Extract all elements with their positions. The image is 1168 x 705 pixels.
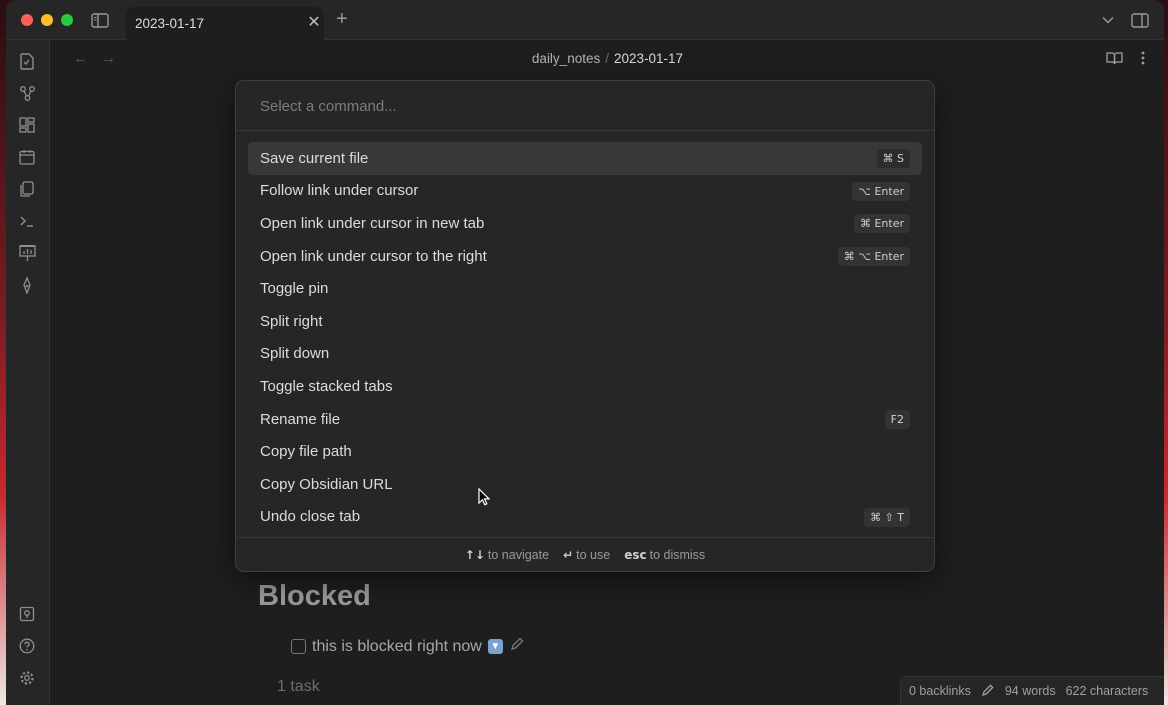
command-shortcut: ⌥ Enter bbox=[852, 181, 910, 201]
sidebar-toggle-icon[interactable] bbox=[90, 10, 110, 30]
tab-close-icon[interactable]: ✕ bbox=[304, 15, 324, 33]
reading-view-book-icon[interactable] bbox=[1104, 48, 1124, 68]
instruction-text: to use bbox=[576, 547, 611, 562]
command-shortcut: ⌘ S bbox=[876, 149, 910, 168]
command-label: Copy file path bbox=[260, 443, 352, 461]
command-item[interactable]: Save current file ⌘ S bbox=[248, 142, 922, 175]
vault-switch-icon[interactable] bbox=[18, 605, 36, 623]
view-header: ← → daily_notes/2023-01-17 bbox=[51, 40, 1164, 78]
priority-low-emoji-icon: ▼ bbox=[487, 639, 503, 654]
command-label: Toggle stacked tabs bbox=[260, 377, 393, 395]
instruction-item: esc to dismiss bbox=[624, 548, 705, 562]
command-label: Save current file bbox=[260, 149, 369, 167]
task-item: this is blocked right now ▼ bbox=[291, 636, 525, 657]
command-item[interactable]: Copy file path bbox=[248, 435, 922, 468]
open-quick-switcher-icon[interactable] bbox=[18, 52, 36, 70]
edit-task-pencil-icon[interactable] bbox=[509, 636, 525, 657]
excalidraw-icon[interactable] bbox=[18, 276, 36, 294]
task-text: this is blocked right now bbox=[312, 637, 482, 655]
canvas-icon[interactable] bbox=[18, 116, 36, 134]
palette-instructions: ↑↓ to navigate ↵ to use esc to dismiss bbox=[236, 537, 934, 571]
tab-title: 2023-01-17 bbox=[135, 16, 205, 31]
command-label: Split down bbox=[260, 345, 330, 363]
slides-icon[interactable] bbox=[18, 244, 36, 262]
command-shortcut: ⌘ Enter bbox=[853, 214, 910, 234]
tab-daily-note[interactable]: 2023-01-17 ✕ bbox=[126, 7, 324, 40]
left-ribbon bbox=[6, 40, 50, 705]
command-label: Undo close tab bbox=[260, 508, 361, 526]
command-label: Toggle pin bbox=[260, 280, 329, 298]
instruction-text: to navigate bbox=[487, 547, 550, 562]
command-item[interactable]: Copy Obsidian URL bbox=[248, 468, 922, 501]
command-label: Copy Obsidian URL bbox=[260, 475, 393, 493]
templates-icon[interactable] bbox=[18, 180, 36, 198]
instruction-key: ↑↓ bbox=[464, 547, 485, 562]
command-item[interactable]: Split down bbox=[248, 338, 922, 371]
command-label: Follow link under cursor bbox=[260, 182, 419, 200]
window-maximize-button[interactable] bbox=[61, 14, 73, 26]
window-close-button[interactable] bbox=[21, 14, 33, 26]
command-item[interactable]: Undo close tab ⌘ ⇧ T bbox=[248, 501, 922, 534]
character-count: 622 characters bbox=[1065, 684, 1149, 698]
settings-gear-icon[interactable] bbox=[18, 669, 36, 687]
command-item[interactable]: Split right bbox=[248, 305, 922, 338]
command-label: Open link under cursor to the right bbox=[260, 247, 487, 265]
command-label: Split right bbox=[260, 312, 323, 330]
editing-pencil-icon bbox=[981, 683, 995, 700]
breadcrumb: daily_notes / 2023-01-17 bbox=[51, 51, 1164, 66]
command-palette-icon[interactable] bbox=[18, 212, 36, 230]
new-tab-icon[interactable]: + bbox=[336, 9, 348, 29]
backlinks-count[interactable]: 0 backlinks bbox=[909, 684, 971, 698]
command-list: Save current file ⌘ S Follow link under cu… bbox=[248, 142, 922, 533]
word-count: 94 words bbox=[1004, 684, 1056, 698]
more-options-icon[interactable] bbox=[1133, 48, 1153, 68]
app-window: 2023-01-17 ✕ + ← → daily_notes / 2023-01… bbox=[6, 0, 1164, 705]
command-palette-input-area bbox=[236, 81, 934, 131]
command-item[interactable]: Toggle stacked tabs bbox=[248, 370, 922, 403]
command-search-input[interactable] bbox=[260, 95, 900, 117]
command-item[interactable]: Open link under cursor in new tab ⌘ Enter bbox=[248, 207, 922, 240]
breadcrumb-folder[interactable]: daily_notes bbox=[532, 51, 600, 66]
instruction-text: to dismiss bbox=[649, 547, 706, 562]
instruction-key: esc bbox=[624, 547, 647, 562]
command-shortcut: F2 bbox=[884, 409, 910, 429]
window-minimize-button[interactable] bbox=[41, 14, 53, 26]
help-icon[interactable] bbox=[18, 637, 36, 655]
mouse-cursor-icon bbox=[478, 488, 490, 506]
command-item[interactable]: Rename file F2 bbox=[248, 403, 922, 436]
instruction-item: ↵ to use bbox=[563, 548, 610, 562]
task-count: 1 task bbox=[277, 678, 320, 695]
daily-note-icon[interactable] bbox=[18, 148, 36, 166]
note-heading: Blocked bbox=[258, 580, 371, 612]
command-label: Rename file bbox=[260, 410, 341, 428]
instruction-key: ↵ bbox=[563, 547, 574, 562]
instruction-item: ↑↓ to navigate bbox=[465, 548, 549, 562]
tab-list-chevron-icon[interactable] bbox=[1098, 10, 1118, 30]
command-item[interactable]: Follow link under cursor ⌥ Enter bbox=[248, 175, 922, 208]
command-palette: Save current file ⌘ S Follow link under cu… bbox=[235, 80, 935, 572]
breadcrumb-separator: / bbox=[605, 51, 609, 66]
graph-view-icon[interactable] bbox=[18, 84, 36, 102]
right-sidebar-toggle-icon[interactable] bbox=[1130, 10, 1150, 30]
task-checkbox[interactable] bbox=[291, 639, 306, 654]
breadcrumb-file[interactable]: 2023-01-17 bbox=[614, 51, 683, 66]
command-item[interactable]: Open link under cursor to the right ⌘ ⌥ E… bbox=[248, 240, 922, 273]
command-shortcut: ⌘ ⇧ T bbox=[864, 507, 910, 527]
status-bar: 0 backlinks 94 words 622 characters bbox=[900, 676, 1164, 705]
command-shortcut: ⌘ ⌥ Enter bbox=[837, 246, 910, 266]
command-label: Open link under cursor in new tab bbox=[260, 214, 485, 232]
command-item[interactable]: Toggle pin bbox=[248, 272, 922, 305]
title-bar: 2023-01-17 ✕ + bbox=[6, 0, 1164, 40]
